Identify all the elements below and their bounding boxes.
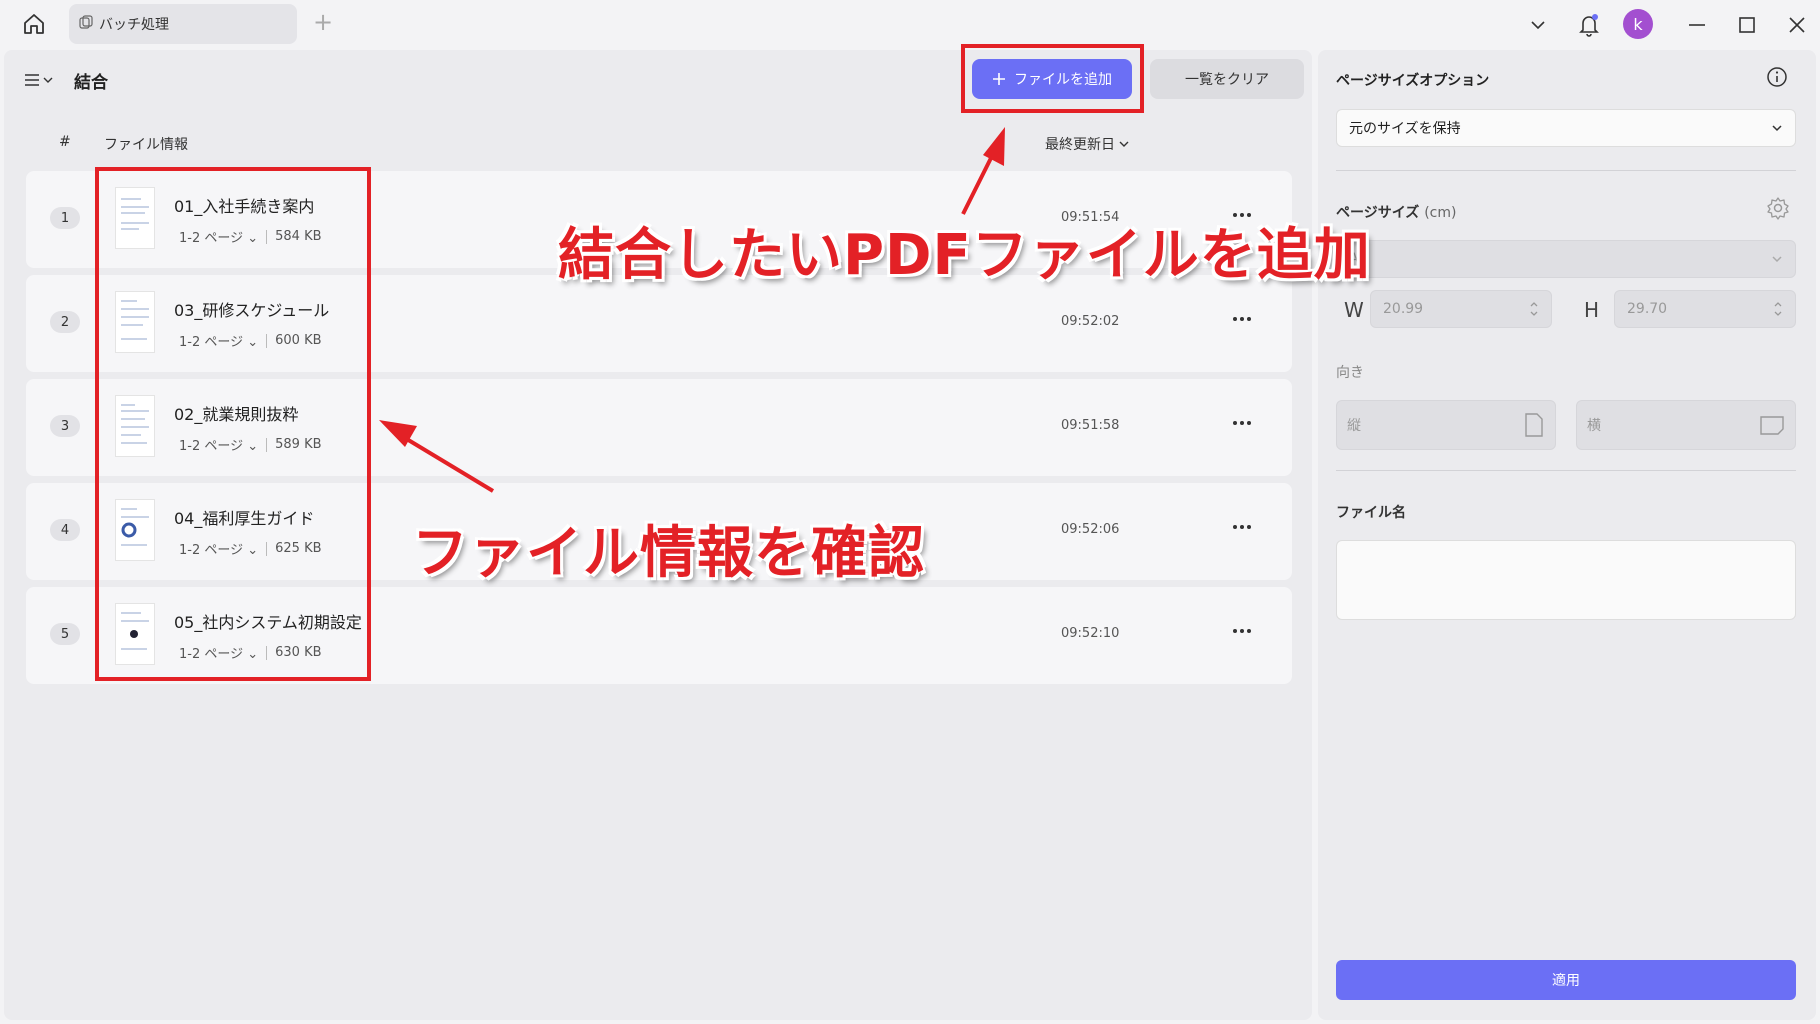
last-modified: 09:52:02 [1061, 314, 1120, 329]
settings-panel: ページサイズオプション 元のサイズを保持 ページサイズ (cm) A4 W 20… [1318, 50, 1816, 1020]
column-header-file-info: ファイル情報 [104, 137, 188, 153]
last-modified: 09:51:58 [1061, 418, 1120, 433]
apply-button[interactable]: 適用 [1336, 960, 1796, 1000]
page-size-unit: (cm) [1424, 205, 1457, 221]
minimize-icon[interactable] [1684, 12, 1710, 38]
annotation-check-info: ファイル情報を確認 [412, 521, 925, 586]
width-input[interactable]: 20.99 [1370, 290, 1552, 328]
last-modified: 09:52:10 [1061, 626, 1120, 641]
column-header-last-modified: 最終更新日 [1045, 137, 1115, 153]
divider [1336, 470, 1796, 471]
title-bar: バッチ処理 + k [0, 0, 1820, 48]
chevron-down-icon [1119, 141, 1129, 147]
row-number: 4 [50, 519, 80, 541]
info-icon[interactable] [1766, 66, 1788, 88]
last-modified: 09:52:06 [1061, 522, 1120, 537]
maximize-icon[interactable] [1734, 12, 1760, 38]
page-size-option-value: 元のサイズを保持 [1349, 121, 1461, 137]
paper-size-select[interactable]: A4 [1336, 240, 1796, 278]
height-input[interactable]: 29.70 [1614, 290, 1796, 328]
more-icon[interactable] [1226, 617, 1258, 645]
tab-label: バッチ処理 [99, 17, 169, 33]
annotation-add-pdf: 結合したいPDFファイルを追加 [558, 223, 1371, 288]
landscape-page-icon [1760, 416, 1784, 435]
more-icon[interactable] [1226, 409, 1258, 437]
row-number: 3 [50, 415, 80, 437]
orientation-label: 向き [1336, 365, 1364, 381]
width-value: 20.99 [1383, 301, 1424, 317]
menu-button[interactable] [24, 68, 60, 92]
height-label: H [1584, 298, 1600, 322]
avatar[interactable]: k [1623, 9, 1653, 39]
page-size-option-select[interactable]: 元のサイズを保持 [1336, 109, 1796, 147]
portrait-label: 縦 [1347, 418, 1361, 434]
row-number: 5 [50, 623, 80, 645]
height-value: 29.70 [1627, 301, 1668, 317]
width-label: W [1344, 298, 1364, 322]
new-tab-button[interactable]: + [312, 10, 334, 34]
row-number: 1 [50, 207, 80, 229]
row-number: 2 [50, 311, 80, 333]
page-size-option-title: ページサイズオプション [1336, 73, 1490, 89]
more-icon[interactable] [1226, 305, 1258, 333]
chevron-down-icon [1772, 256, 1782, 263]
clear-list-button[interactable]: 一覧をクリア [1150, 59, 1304, 99]
portrait-page-icon [1525, 413, 1543, 437]
filename-label: ファイル名 [1336, 505, 1406, 521]
hamburger-icon [25, 74, 39, 86]
close-icon[interactable] [1784, 12, 1810, 38]
gear-icon[interactable] [1766, 196, 1790, 220]
tab-batch-process[interactable]: バッチ処理 [69, 4, 297, 44]
more-icon[interactable] [1226, 513, 1258, 541]
bell-icon[interactable] [1576, 12, 1602, 38]
column-header-number: # [59, 134, 71, 150]
highlight-add-file [961, 44, 1144, 113]
portrait-button[interactable]: 縦 [1336, 400, 1556, 450]
batch-icon [79, 15, 93, 33]
landscape-label: 横 [1587, 418, 1601, 434]
stepper-icon [1530, 302, 1538, 316]
filename-input[interactable] [1336, 540, 1796, 620]
divider [1336, 170, 1796, 171]
home-icon[interactable] [20, 10, 48, 38]
sort-last-modified[interactable]: 最終更新日 [1045, 134, 1129, 154]
chevron-down-icon [1772, 125, 1782, 132]
chevron-down-icon [43, 77, 53, 83]
page-title: 結合 [74, 73, 108, 93]
stepper-icon [1774, 302, 1782, 316]
landscape-button[interactable]: 横 [1576, 400, 1796, 450]
chevron-down-icon[interactable] [1525, 12, 1551, 38]
highlight-file-info [95, 167, 371, 681]
